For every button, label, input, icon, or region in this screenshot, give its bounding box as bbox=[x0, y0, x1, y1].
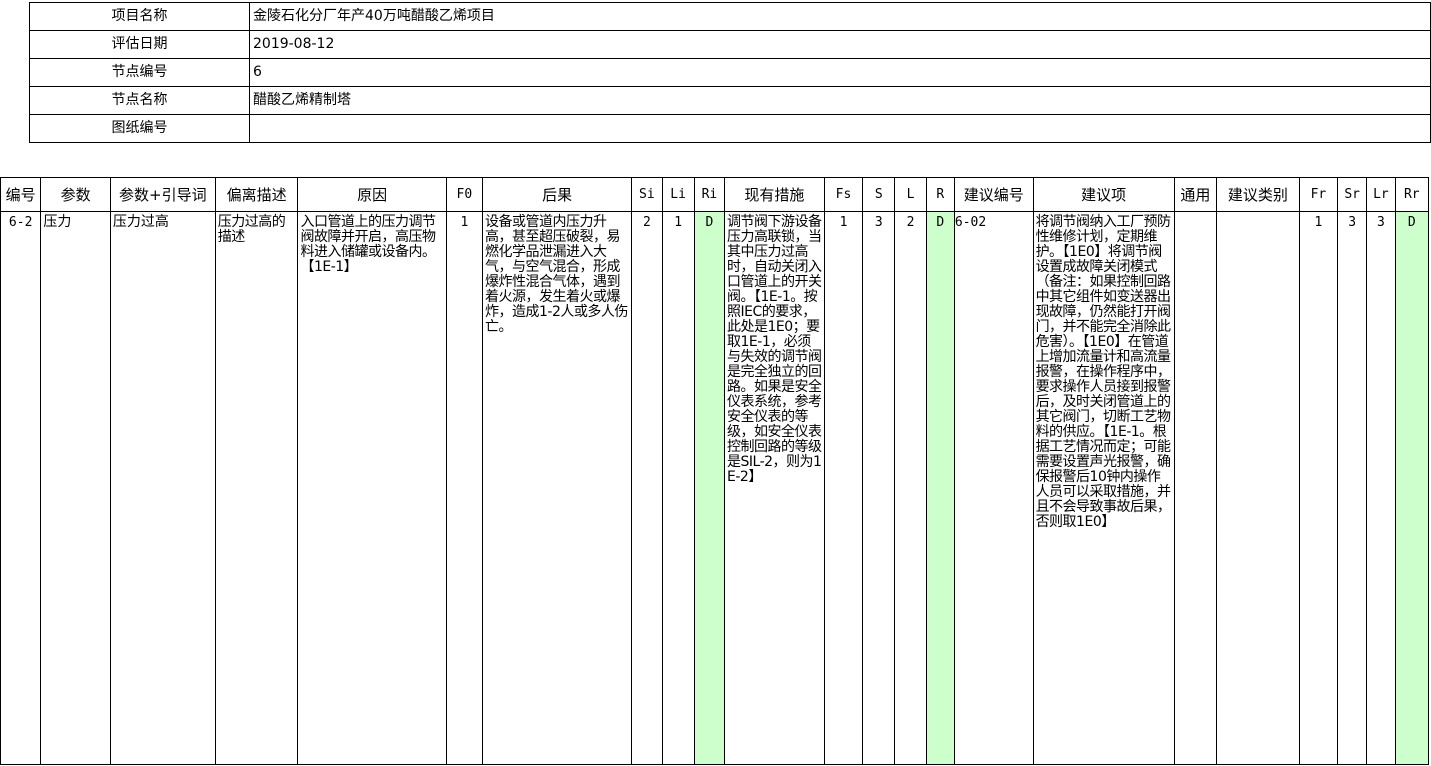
cell-general[interactable] bbox=[1173, 211, 1218, 765]
header-li: Li bbox=[661, 177, 695, 212]
header-rr: Rr bbox=[1394, 177, 1430, 212]
cell-s[interactable]: 3 bbox=[862, 211, 896, 765]
info-row: 节点名称 醋酸乙烯精制塔 bbox=[29, 86, 1431, 115]
header-fr: Fr bbox=[1298, 177, 1339, 212]
cell-f0[interactable]: 1 bbox=[445, 211, 484, 765]
cell-param[interactable]: 压力 bbox=[40, 211, 111, 765]
header-l: L bbox=[894, 177, 927, 212]
info-label-node-name: 节点名称 bbox=[29, 86, 250, 115]
header-general: 通用 bbox=[1173, 177, 1218, 212]
header-existing-measures: 现有措施 bbox=[724, 177, 825, 212]
cell-cause[interactable]: 入口管道上的压力调节阀故障并开启，高压物料进入储罐或设备内。【1E-1】 bbox=[297, 211, 447, 765]
header-param: 参数 bbox=[40, 177, 111, 212]
header-sr: Sr bbox=[1337, 177, 1368, 212]
cell-li[interactable]: 1 bbox=[661, 211, 695, 765]
info-label-drawing-number: 图纸编号 bbox=[29, 114, 250, 143]
header-fs: Fs bbox=[823, 177, 864, 212]
cell-id[interactable]: 6-2 bbox=[0, 211, 42, 765]
header-cause: 原因 bbox=[297, 177, 447, 212]
info-value-drawing-number[interactable] bbox=[249, 114, 1431, 143]
table-header-row: 编号 参数 参数+引导词 偏离描述 原因 F0 后果 Si Li Ri 现有措施… bbox=[0, 177, 1430, 212]
header-param-guide: 参数+引导词 bbox=[109, 177, 216, 212]
table-row: 6-2 压力 压力过高 压力过高的描述 入口管道上的压力调节阀故障并开启，高压物… bbox=[0, 211, 1430, 765]
header-r: R bbox=[925, 177, 955, 212]
info-row: 节点编号 6 bbox=[29, 58, 1431, 87]
cell-deviation[interactable]: 压力过高的描述 bbox=[214, 211, 299, 765]
header-rec-id: 建议编号 bbox=[953, 177, 1034, 212]
info-row: 评估日期 2019-08-12 bbox=[29, 30, 1431, 59]
header-si: Si bbox=[631, 177, 663, 212]
cell-lr[interactable]: 3 bbox=[1366, 211, 1396, 765]
info-row: 图纸编号 bbox=[29, 114, 1431, 143]
info-value-node-number[interactable]: 6 bbox=[249, 58, 1431, 87]
header-recommendation: 建议项 bbox=[1032, 177, 1175, 212]
header-s: S bbox=[862, 177, 896, 212]
cell-rr[interactable]: D bbox=[1394, 211, 1430, 765]
info-value-eval-date[interactable]: 2019-08-12 bbox=[249, 30, 1431, 59]
cell-rec-id[interactable]: 6-02 bbox=[953, 211, 1034, 765]
hazop-table: 编号 参数 参数+引导词 偏离描述 原因 F0 后果 Si Li Ri 现有措施… bbox=[0, 177, 1430, 765]
cell-ri[interactable]: D bbox=[693, 211, 726, 765]
info-label-node-number: 节点编号 bbox=[29, 58, 250, 87]
header-deviation: 偏离描述 bbox=[214, 177, 299, 212]
header-ri: Ri bbox=[693, 177, 726, 212]
cell-r[interactable]: D bbox=[925, 211, 955, 765]
project-info-table: 项目名称 金陵石化分厂年产40万吨醋酸乙烯项目 评估日期 2019-08-12 … bbox=[29, 2, 1431, 143]
cell-fs[interactable]: 1 bbox=[823, 211, 864, 765]
header-lr: Lr bbox=[1366, 177, 1396, 212]
cell-recommendation[interactable]: 将调节阀纳入工厂预防性维修计划，定期维护。【1E0】将调节阀设置成故障关闭模式（… bbox=[1032, 211, 1175, 765]
cell-rec-type[interactable] bbox=[1216, 211, 1300, 765]
header-id: 编号 bbox=[0, 177, 42, 212]
info-label-project-name: 项目名称 bbox=[29, 2, 250, 31]
cell-fr[interactable]: 1 bbox=[1298, 211, 1339, 765]
cell-l[interactable]: 2 bbox=[894, 211, 927, 765]
info-value-project-name[interactable]: 金陵石化分厂年产40万吨醋酸乙烯项目 bbox=[249, 2, 1431, 31]
cell-consequence[interactable]: 设备或管道内压力升高，甚至超压破裂，易燃化学品泄漏进入大气，与空气混合，形成爆炸… bbox=[481, 211, 633, 765]
info-value-node-name[interactable]: 醋酸乙烯精制塔 bbox=[249, 86, 1431, 115]
cell-param-guide[interactable]: 压力过高 bbox=[109, 211, 216, 765]
header-rec-type: 建议类别 bbox=[1216, 177, 1300, 212]
info-row: 项目名称 金陵石化分厂年产40万吨醋酸乙烯项目 bbox=[29, 2, 1431, 31]
cell-existing-measures[interactable]: 调节阀下游设备压力高联锁，当其中压力过高时，自动关闭入口管道上的开关阀。【1E-… bbox=[724, 211, 825, 765]
cell-si[interactable]: 2 bbox=[631, 211, 663, 765]
header-f0: F0 bbox=[445, 177, 484, 212]
info-label-eval-date: 评估日期 bbox=[29, 30, 250, 59]
header-consequence: 后果 bbox=[481, 177, 633, 212]
cell-sr[interactable]: 3 bbox=[1337, 211, 1368, 765]
